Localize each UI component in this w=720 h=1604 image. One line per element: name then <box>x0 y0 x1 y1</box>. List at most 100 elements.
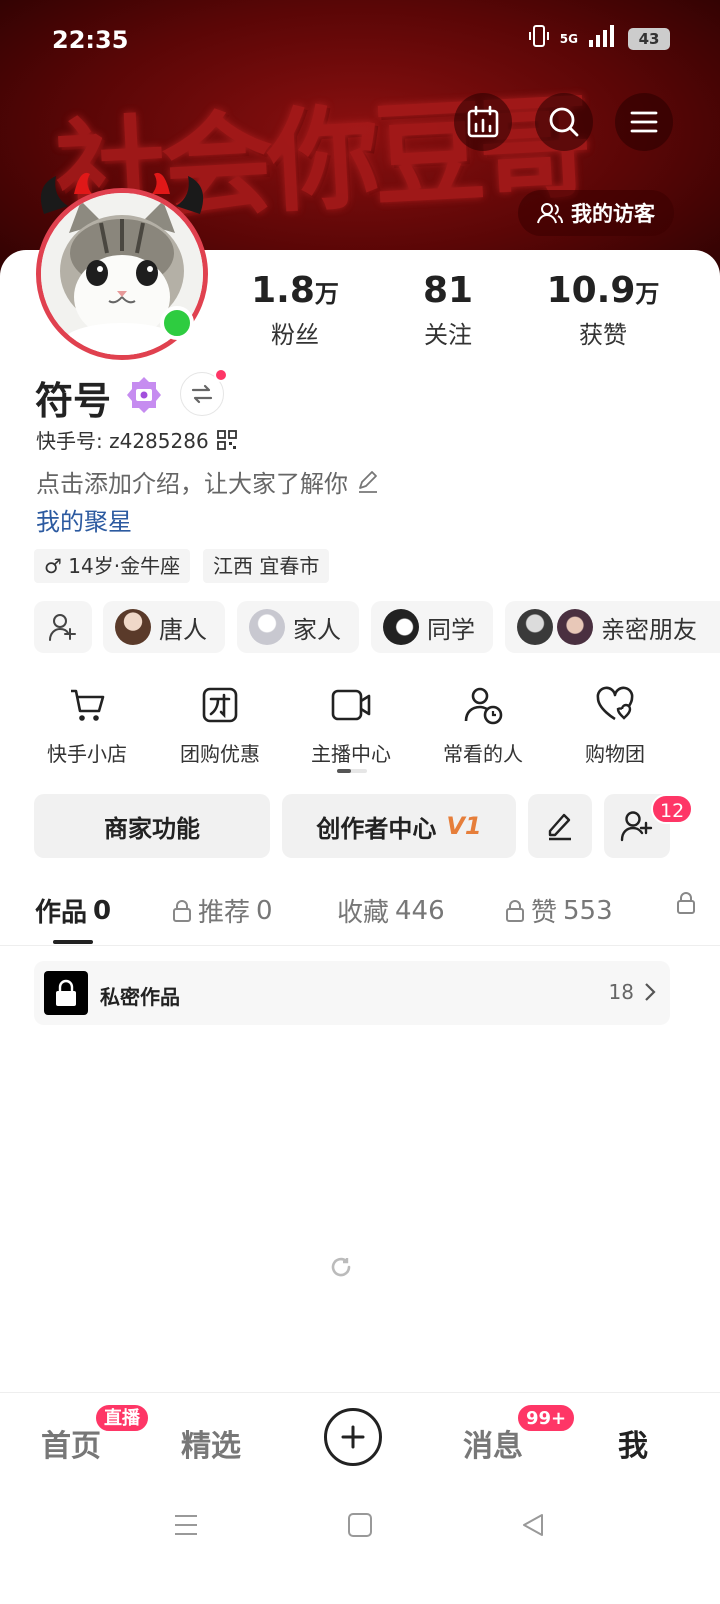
home-square-icon[interactable] <box>347 1512 373 1538</box>
shopping-group-button[interactable]: 购物团 <box>555 684 675 767</box>
avatar-container[interactable] <box>36 172 208 360</box>
age-tag: ♂ 14岁·金牛座 <box>34 549 191 583</box>
status-time: 22:35 <box>52 26 129 54</box>
loading-spinner-icon <box>331 1257 351 1277</box>
male-icon: ♂ <box>44 554 62 578</box>
location-tag: 江西 宜春市 <box>203 549 330 583</box>
visitors-icon <box>537 203 563 224</box>
relation-chip-tangren[interactable]: 唐人 <box>103 601 225 653</box>
private-works-row[interactable]: 私密作品 18 <box>34 961 670 1025</box>
calendar-chart-icon <box>467 105 499 138</box>
age-tag-text: 14岁·金牛座 <box>68 554 181 578</box>
edit-pencil-icon <box>359 470 377 493</box>
nav-home[interactable]: 首页 <box>41 1421 101 1465</box>
jingxing-link[interactable]: 我的聚星 <box>36 502 132 537</box>
private-works-title: 私密作品 <box>100 985 180 1009</box>
relation-label: 亲密朋友 <box>601 615 697 644</box>
tab-count: 0 <box>256 895 273 926</box>
content-tabs: 作品 0 推荐 0 收藏 446 赞 553 <box>0 880 720 946</box>
add-relation-button[interactable] <box>34 601 92 653</box>
relation-label: 同学 <box>427 615 475 644</box>
stat-following-number: 81 <box>422 270 474 311</box>
online-status-dot <box>160 306 194 340</box>
tab-recommend[interactable]: 推荐 0 <box>172 892 273 929</box>
visitors-label: 我的访客 <box>571 202 655 226</box>
function-scroll-indicator <box>337 769 367 773</box>
creator-center-button[interactable]: 创作者中心 V1 <box>282 794 516 858</box>
stat-followers-number: 1.8 <box>251 270 315 311</box>
stat-likes-number: 10.9 <box>546 270 636 311</box>
edit-pencil-icon <box>548 813 571 841</box>
messages-badge: 99+ <box>516 1403 577 1433</box>
anchor-center-button[interactable]: 主播中心 <box>291 684 411 767</box>
lock-icon <box>506 899 524 922</box>
kuaishou-shop-button[interactable]: 快手小店 <box>27 684 147 767</box>
relation-label: 家人 <box>293 615 341 644</box>
creator-level-badge: V1 <box>446 812 482 840</box>
search-button[interactable] <box>535 93 593 151</box>
profile-name: 符号 <box>35 379 112 423</box>
tab-label: 作品 <box>35 898 88 928</box>
tab-label: 推荐 <box>198 898 251 928</box>
edit-profile-button[interactable] <box>528 794 592 858</box>
group-buy-icon <box>202 687 238 723</box>
tab-label: 赞 <box>531 898 558 928</box>
tab-count: 446 <box>395 895 445 926</box>
tab-count: 0 <box>93 895 112 926</box>
network-label: 5G <box>559 32 578 46</box>
swap-icon <box>191 384 213 404</box>
group-buy-button[interactable]: 团购优惠 <box>160 684 280 767</box>
tab-count: 553 <box>563 895 613 926</box>
stat-likes-label: 获赞 <box>579 321 627 349</box>
menu-button[interactable] <box>615 93 673 151</box>
menu-icon <box>630 111 658 133</box>
add-person-icon <box>49 614 76 641</box>
lock-icon <box>173 899 191 922</box>
relation-avatar <box>517 609 553 645</box>
kuaishou-id[interactable]: 快手号: z4285286 <box>36 425 237 454</box>
search-icon <box>549 107 579 137</box>
frequent-people-button[interactable]: 常看的人 <box>423 684 543 767</box>
back-triangle-icon[interactable] <box>520 1512 546 1538</box>
tab-label: 收藏 <box>337 898 390 928</box>
signal-icon <box>588 24 618 54</box>
private-works-count: 18 <box>608 980 634 1004</box>
stat-following[interactable]: 81 关注 <box>388 270 508 350</box>
function-label: 常看的人 <box>443 742 523 766</box>
stat-likes[interactable]: 10.9万 获赞 <box>543 270 663 350</box>
merchant-features-button[interactable]: 商家功能 <box>34 794 270 858</box>
relation-chip-family[interactable]: 家人 <box>237 601 359 653</box>
nav-featured[interactable]: 精选 <box>181 1421 241 1465</box>
private-works-thumbnail <box>44 971 88 1015</box>
tab-likes[interactable]: 赞 553 <box>505 892 613 929</box>
recent-apps-icon[interactable] <box>173 1512 199 1538</box>
relation-avatar <box>383 609 419 645</box>
intro-text: 点击添加介绍，让大家了解你 <box>36 470 348 498</box>
create-post-button[interactable] <box>324 1408 382 1466</box>
status-bar: 22:35 5G 43 <box>52 22 670 58</box>
person-clock-icon <box>464 687 503 725</box>
tab-works[interactable]: 作品 0 <box>35 892 111 929</box>
relation-chip-close-friends[interactable]: 亲密朋友 <box>505 601 720 653</box>
add-person-icon <box>620 811 653 842</box>
calendar-stats-button[interactable] <box>454 93 512 151</box>
function-label: 购物团 <box>585 742 645 766</box>
stat-followers-label: 粉丝 <box>271 321 319 349</box>
creator-badge-icon[interactable] <box>124 375 164 419</box>
tab-favorites[interactable]: 收藏 446 <box>337 892 445 929</box>
stat-followers-unit: 万 <box>314 280 339 308</box>
function-label: 主播中心 <box>311 742 391 766</box>
intro-placeholder[interactable]: 点击添加介绍，让大家了解你 <box>36 464 380 499</box>
friend-request-count-badge: 12 <box>651 794 694 824</box>
stat-followers[interactable]: 1.8万 粉丝 <box>235 270 355 350</box>
switch-notification-dot <box>214 368 228 382</box>
qr-code-icon[interactable] <box>216 429 237 450</box>
tab-more-locked[interactable] <box>676 892 696 914</box>
nav-me[interactable]: 我 <box>618 1421 648 1465</box>
relation-avatar <box>249 609 285 645</box>
nav-messages[interactable]: 消息 <box>463 1421 523 1465</box>
battery-icon: 43 <box>628 28 670 50</box>
creator-center-label: 创作者中心 <box>316 814 437 843</box>
relation-chip-classmates[interactable]: 同学 <box>371 601 493 653</box>
visitors-button[interactable]: 我的访客 <box>518 190 674 236</box>
